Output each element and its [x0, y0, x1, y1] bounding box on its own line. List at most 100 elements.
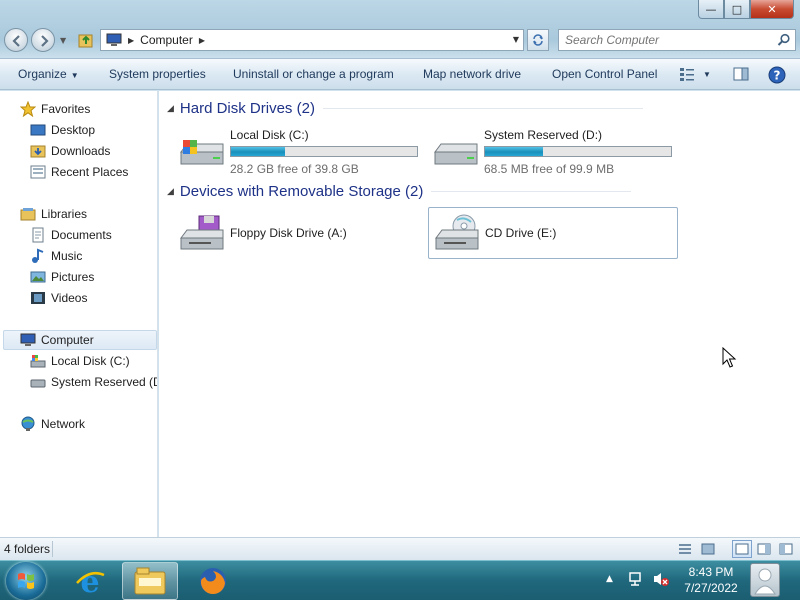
nav-label: Desktop [51, 123, 96, 137]
drive-usage-bar [484, 146, 672, 157]
nav-favorites[interactable]: Favorites [20, 99, 90, 119]
close-button[interactable]: ✕ [750, 0, 794, 19]
drive-name: Floppy Disk Drive (A:) [230, 226, 347, 240]
up-folder-icon[interactable] [78, 32, 94, 48]
address-bar[interactable]: ▶ Computer ▶ ▼ [100, 29, 524, 51]
music-icon [32, 248, 44, 263]
refresh-button[interactable] [527, 29, 549, 51]
breadcrumb-separator-icon[interactable]: ▶ [128, 36, 134, 45]
back-button[interactable] [4, 28, 28, 52]
status-bar: 4 folders [0, 537, 800, 560]
taskbar-windows-explorer[interactable] [122, 562, 178, 600]
drive-tile-a[interactable]: Floppy Disk Drive (A:) [177, 208, 427, 258]
nav-label: Documents [51, 228, 112, 242]
drive-icon [30, 379, 46, 388]
user-avatar[interactable] [750, 563, 780, 597]
nav-desktop[interactable]: Desktop [30, 120, 95, 140]
map-network-drive-button[interactable]: Map network drive [423, 67, 521, 81]
show-hidden-icons-icon[interactable]: ▲ [606, 574, 613, 584]
organize-menu[interactable]: Organize ▼ [18, 67, 79, 81]
nav-local-disk-c[interactable]: Local Disk (C:) [30, 351, 130, 371]
layout-button-3[interactable] [776, 540, 796, 558]
volume-muted-icon[interactable] [652, 571, 670, 587]
nav-label: Local Disk (C:) [51, 354, 130, 368]
refresh-icon [533, 34, 543, 46]
floppy-drive-icon [180, 215, 224, 250]
details-view-icon [679, 544, 691, 554]
help-icon[interactable]: ? [768, 66, 786, 84]
uninstall-program-button[interactable]: Uninstall or change a program [233, 67, 394, 81]
clock[interactable]: 8:43 PM 7/27/2022 [676, 564, 746, 596]
layout-button-2[interactable] [754, 540, 774, 558]
search-input[interactable] [565, 30, 765, 50]
documents-icon [32, 227, 44, 243]
content-pane: ◢ Hard Disk Drives (2) Local Disk (C:) 2… [159, 91, 800, 537]
collapse-triangle-icon[interactable]: ◢ [167, 186, 174, 197]
group-title: Devices with Removable Storage (2) [179, 183, 424, 200]
nav-label: Favorites [41, 102, 91, 116]
recent-pages-dropdown[interactable]: ▼ [60, 36, 66, 45]
drive-name: System Reserved (D:) [484, 128, 603, 142]
command-toolbar: Organize ▼ System properties Uninstall or… [0, 58, 800, 90]
address-dropdown-icon[interactable]: ▼ [513, 35, 519, 44]
system-properties-button[interactable]: System properties [109, 67, 206, 81]
search-icon[interactable] [777, 33, 791, 47]
nav-pictures[interactable]: Pictures [30, 267, 94, 287]
libraries-icon [20, 208, 36, 221]
nav-libraries[interactable]: Libraries [20, 204, 87, 224]
nav-label: Libraries [41, 207, 88, 221]
breadcrumb-computer[interactable]: Computer [140, 33, 193, 47]
svg-text:e: e [80, 565, 99, 597]
change-view-icon[interactable] [679, 66, 695, 82]
windows-drive-icon [180, 140, 224, 165]
drive-tile-c[interactable]: Local Disk (C:) 28.2 GB free of 39.8 GB [177, 124, 427, 176]
maximize-button[interactable]: □ [724, 0, 750, 19]
recent-places-icon [30, 165, 46, 179]
windows-drive-icon [30, 355, 46, 368]
nav-label: Recent Places [51, 165, 129, 179]
view-dropdown-icon[interactable]: ▼ [703, 70, 711, 79]
nav-documents[interactable]: Documents [30, 225, 112, 245]
layout-button-1[interactable] [732, 540, 752, 558]
forward-arrow-icon [41, 35, 49, 47]
group-header-removable[interactable]: ◢ Devices with Removable Storage (2) [167, 183, 632, 200]
nav-computer[interactable]: Computer [3, 330, 157, 350]
organize-label: Organize [18, 67, 67, 81]
minimize-button[interactable]: — [698, 0, 724, 19]
group-title: Hard Disk Drives (2) [179, 100, 315, 117]
start-button[interactable] [6, 562, 46, 600]
thumbnail-view-icon [701, 543, 715, 555]
clock-date: 7/27/2022 [684, 581, 738, 595]
drive-tile-d[interactable]: System Reserved (D:) 68.5 MB free of 99.… [431, 124, 681, 176]
caption-buttons: — □ ✕ [698, 0, 794, 20]
nav-label: Network [41, 417, 86, 431]
network-tray-icon[interactable] [628, 571, 644, 587]
thumbnail-view-button[interactable] [698, 540, 718, 558]
taskbar-firefox[interactable] [185, 562, 241, 600]
breadcrumb-separator-icon[interactable]: ▶ [199, 36, 205, 45]
nav-downloads[interactable]: Downloads [30, 141, 110, 161]
nav-recent-places[interactable]: Recent Places [30, 162, 128, 182]
group-header-hard-disks[interactable]: ◢ Hard Disk Drives (2) [167, 100, 643, 117]
back-arrow-icon [12, 35, 20, 47]
drive-tile-e[interactable]: CD Drive (E:) [428, 207, 678, 259]
forward-button[interactable] [31, 28, 55, 52]
navigation-pane: Favorites Desktop Downloads Recent Place… [0, 91, 158, 537]
drive-usage-fill [485, 147, 543, 156]
search-box[interactable] [558, 29, 796, 51]
drive-usage-fill [231, 147, 285, 156]
clock-time: 8:43 PM [688, 565, 734, 579]
nav-network[interactable]: Network [20, 414, 85, 434]
details-view-button[interactable] [675, 540, 695, 558]
nav-system-reserved-d[interactable]: System Reserved (D: [30, 372, 157, 392]
open-control-panel-button[interactable]: Open Control Panel [552, 67, 657, 81]
address-row: ▼ ▶ Computer ▶ ▼ [0, 24, 800, 56]
collapse-triangle-icon[interactable]: ◢ [167, 103, 174, 114]
nav-videos[interactable]: Videos [30, 288, 87, 308]
nav-music[interactable]: Music [30, 246, 82, 266]
taskbar-internet-explorer[interactable]: e [62, 562, 118, 600]
pictures-icon [30, 271, 46, 283]
firefox-icon [200, 568, 226, 595]
preview-pane-icon[interactable] [733, 66, 749, 82]
star-icon [20, 101, 36, 117]
